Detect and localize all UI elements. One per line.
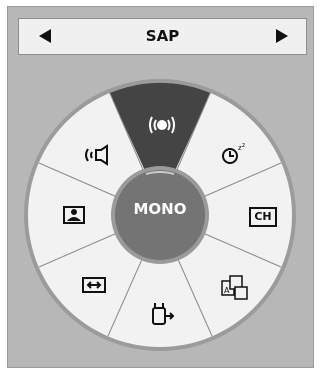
- mono-button[interactable]: [115, 170, 205, 260]
- svg-text:z: z: [242, 142, 245, 149]
- svg-text:A: A: [224, 286, 230, 295]
- quick-menu-wheel: z z A: [24, 79, 296, 351]
